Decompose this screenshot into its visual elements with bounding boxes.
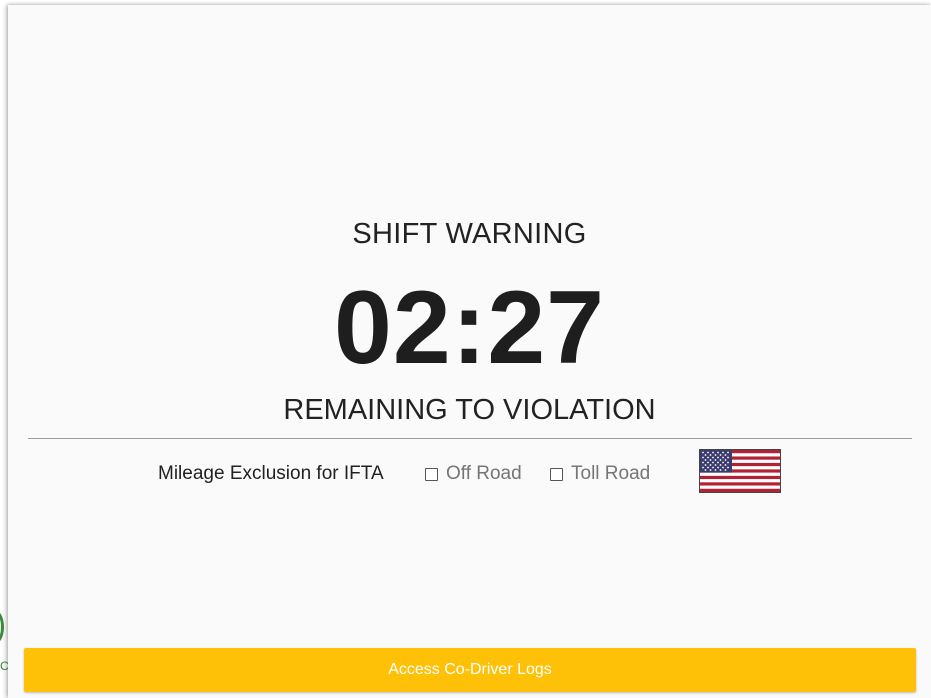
warning-subtitle: REMAINING TO VIOLATION — [283, 394, 656, 426]
shift-warning-dialog: SHIFT WARNING 02:27 REMAINING TO VIOLATI… — [8, 5, 931, 698]
access-co-driver-logs-button[interactable]: Access Co-Driver Logs — [24, 648, 916, 692]
toll-road-checkbox[interactable] — [550, 467, 563, 481]
mileage-exclusion-label: Mileage Exclusion for IFTA — [158, 463, 384, 484]
off-road-checkbox[interactable] — [425, 467, 438, 481]
mileage-exclusion-row: Mileage Exclusion for IFTA Off Road Toll… — [8, 458, 931, 494]
background-circle-icon — [0, 610, 4, 644]
countdown-timer: 02:27 — [334, 270, 605, 386]
toll-road-label[interactable]: Toll Road — [571, 462, 650, 486]
screen: C SHIFT WARNING 02:27 REMAINING TO VIOLA… — [0, 0, 931, 698]
toll-road-option[interactable]: Toll Road — [550, 462, 650, 486]
warning-title: SHIFT WARNING — [352, 218, 587, 250]
off-road-label[interactable]: Off Road — [446, 462, 522, 486]
us-flag-icon[interactable] — [699, 449, 781, 493]
background-app-peek: C — [0, 0, 9, 698]
divider — [28, 438, 912, 439]
off-road-option[interactable]: Off Road — [425, 462, 522, 486]
